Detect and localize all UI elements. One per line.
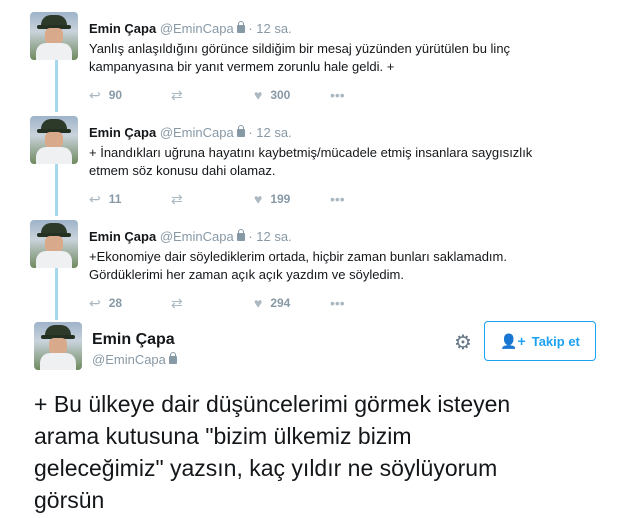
reply-count: 28 (108, 296, 123, 310)
more-button[interactable]: ••• (330, 87, 345, 103)
like-count: 300 (270, 88, 291, 102)
retweet-icon: ⇄ (171, 191, 183, 207)
tweet-text: + İnandıkları uğruna hayatını kaybetmiş/… (89, 144, 599, 180)
lock-icon (236, 21, 245, 33)
more-icon: ••• (330, 87, 345, 103)
lock-icon (236, 125, 245, 137)
retweet-icon: ⇄ (171, 295, 183, 311)
heart-icon: ♥ (254, 295, 263, 311)
more-button[interactable]: ••• (330, 191, 345, 207)
main-tweet-line: + Bu ülkeye dair düşüncelerimi görmek is… (34, 391, 511, 417)
heart-icon: ♥ (254, 87, 263, 103)
timestamp[interactable]: · 12 sa. (248, 229, 291, 244)
tweet-text-line: kampanyasına bir yanıt vermem zorunlu ha… (89, 59, 395, 74)
thread-tweet[interactable]: Emin Çapa @EminCapa · 12 sa. +Ekonomiye … (30, 220, 610, 324)
like-count: 199 (270, 192, 291, 206)
reply-icon: ↩ (89, 191, 101, 207)
thread-tweet[interactable]: Emin Çapa @EminCapa · 12 sa. Yanlış anla… (30, 12, 610, 116)
tweet-text-line: Yanlış anlaşıldığını görünce sildiğim bi… (89, 41, 511, 56)
retweet-icon: ⇄ (171, 87, 183, 103)
like-button[interactable]: ♥ 300 (254, 87, 290, 103)
reply-button[interactable]: ↩ 11 (89, 191, 121, 207)
main-tweet-line: görsün (34, 487, 105, 513)
tweet-text-line: + İnandıkları uğruna hayatını kaybetmiş/… (89, 145, 533, 160)
follow-label: Takip et (531, 333, 580, 349)
more-icon: ••• (330, 191, 345, 207)
retweet-button[interactable]: ⇄ (171, 87, 183, 103)
more-icon: ••• (330, 295, 345, 311)
add-user-icon: 👤+ (500, 332, 526, 349)
tweet-header: Emin Çapa @EminCapa · 12 sa. (89, 125, 292, 140)
main-handle[interactable]: @EminCapa (92, 352, 177, 367)
tweet-text-line: Gördüklerimi her zaman açık açık yazdım … (89, 267, 404, 282)
reply-button[interactable]: ↩ 28 (89, 295, 122, 311)
retweet-button[interactable]: ⇄ (171, 191, 183, 207)
reply-icon: ↩ (89, 295, 101, 311)
reply-count: 11 (108, 192, 122, 206)
tweet-header: Emin Çapa @EminCapa · 12 sa. (89, 229, 292, 244)
tweet-text: +Ekonomiye dair söylediklerim ortada, hi… (89, 248, 599, 284)
display-name[interactable]: Emin Çapa (89, 229, 156, 244)
display-name[interactable]: Emin Çapa (89, 21, 156, 36)
retweet-button[interactable]: ⇄ (171, 295, 183, 311)
main-tweet-line: arama kutusuna "bizim ülkemiz bizim (34, 423, 412, 449)
thread-tweet[interactable]: Emin Çapa @EminCapa · 12 sa. + İnandıkla… (30, 116, 610, 220)
timestamp[interactable]: · 12 sa. (248, 125, 291, 140)
avatar[interactable] (34, 322, 82, 370)
more-button[interactable]: ••• (330, 295, 345, 311)
display-name[interactable]: Emin Çapa (89, 125, 156, 140)
avatar[interactable] (30, 116, 78, 164)
reply-count: 90 (108, 88, 123, 102)
main-tweet-text: + Bu ülkeye dair düşüncelerimi görmek is… (34, 388, 614, 516)
avatar[interactable] (30, 220, 78, 268)
like-count: 294 (270, 296, 291, 310)
like-button[interactable]: ♥ 199 (254, 191, 290, 207)
timestamp[interactable]: · 12 sa. (248, 21, 291, 36)
tweet-header: Emin Çapa @EminCapa · 12 sa. (89, 21, 292, 36)
tweet-text: Yanlış anlaşıldığını görünce sildiğim bi… (89, 40, 599, 76)
handle[interactable]: @EminCapa (160, 229, 234, 244)
lock-icon (236, 229, 245, 241)
lock-icon (168, 352, 177, 364)
handle[interactable]: @EminCapa (160, 21, 234, 36)
avatar[interactable] (30, 12, 78, 60)
heart-icon: ♥ (254, 191, 263, 207)
reply-button[interactable]: ↩ 90 (89, 87, 122, 103)
reply-icon: ↩ (89, 87, 101, 103)
handle[interactable]: @EminCapa (160, 125, 234, 140)
main-display-name[interactable]: Emin Çapa (92, 331, 175, 349)
like-button[interactable]: ♥ 294 (254, 295, 290, 311)
gear-icon[interactable]: ⚙ (454, 330, 472, 355)
follow-button[interactable]: 👤+ Takip et (484, 321, 596, 361)
tweet-text-line: +Ekonomiye dair söylediklerim ortada, hi… (89, 249, 507, 264)
tweet-text-line: etmem söz konusu dahi olamaz. (89, 163, 276, 178)
main-tweet-line: geleceğimiz" yazsın, kaç yıldır ne söylü… (34, 455, 498, 481)
handle[interactable]: @EminCapa (92, 352, 166, 367)
